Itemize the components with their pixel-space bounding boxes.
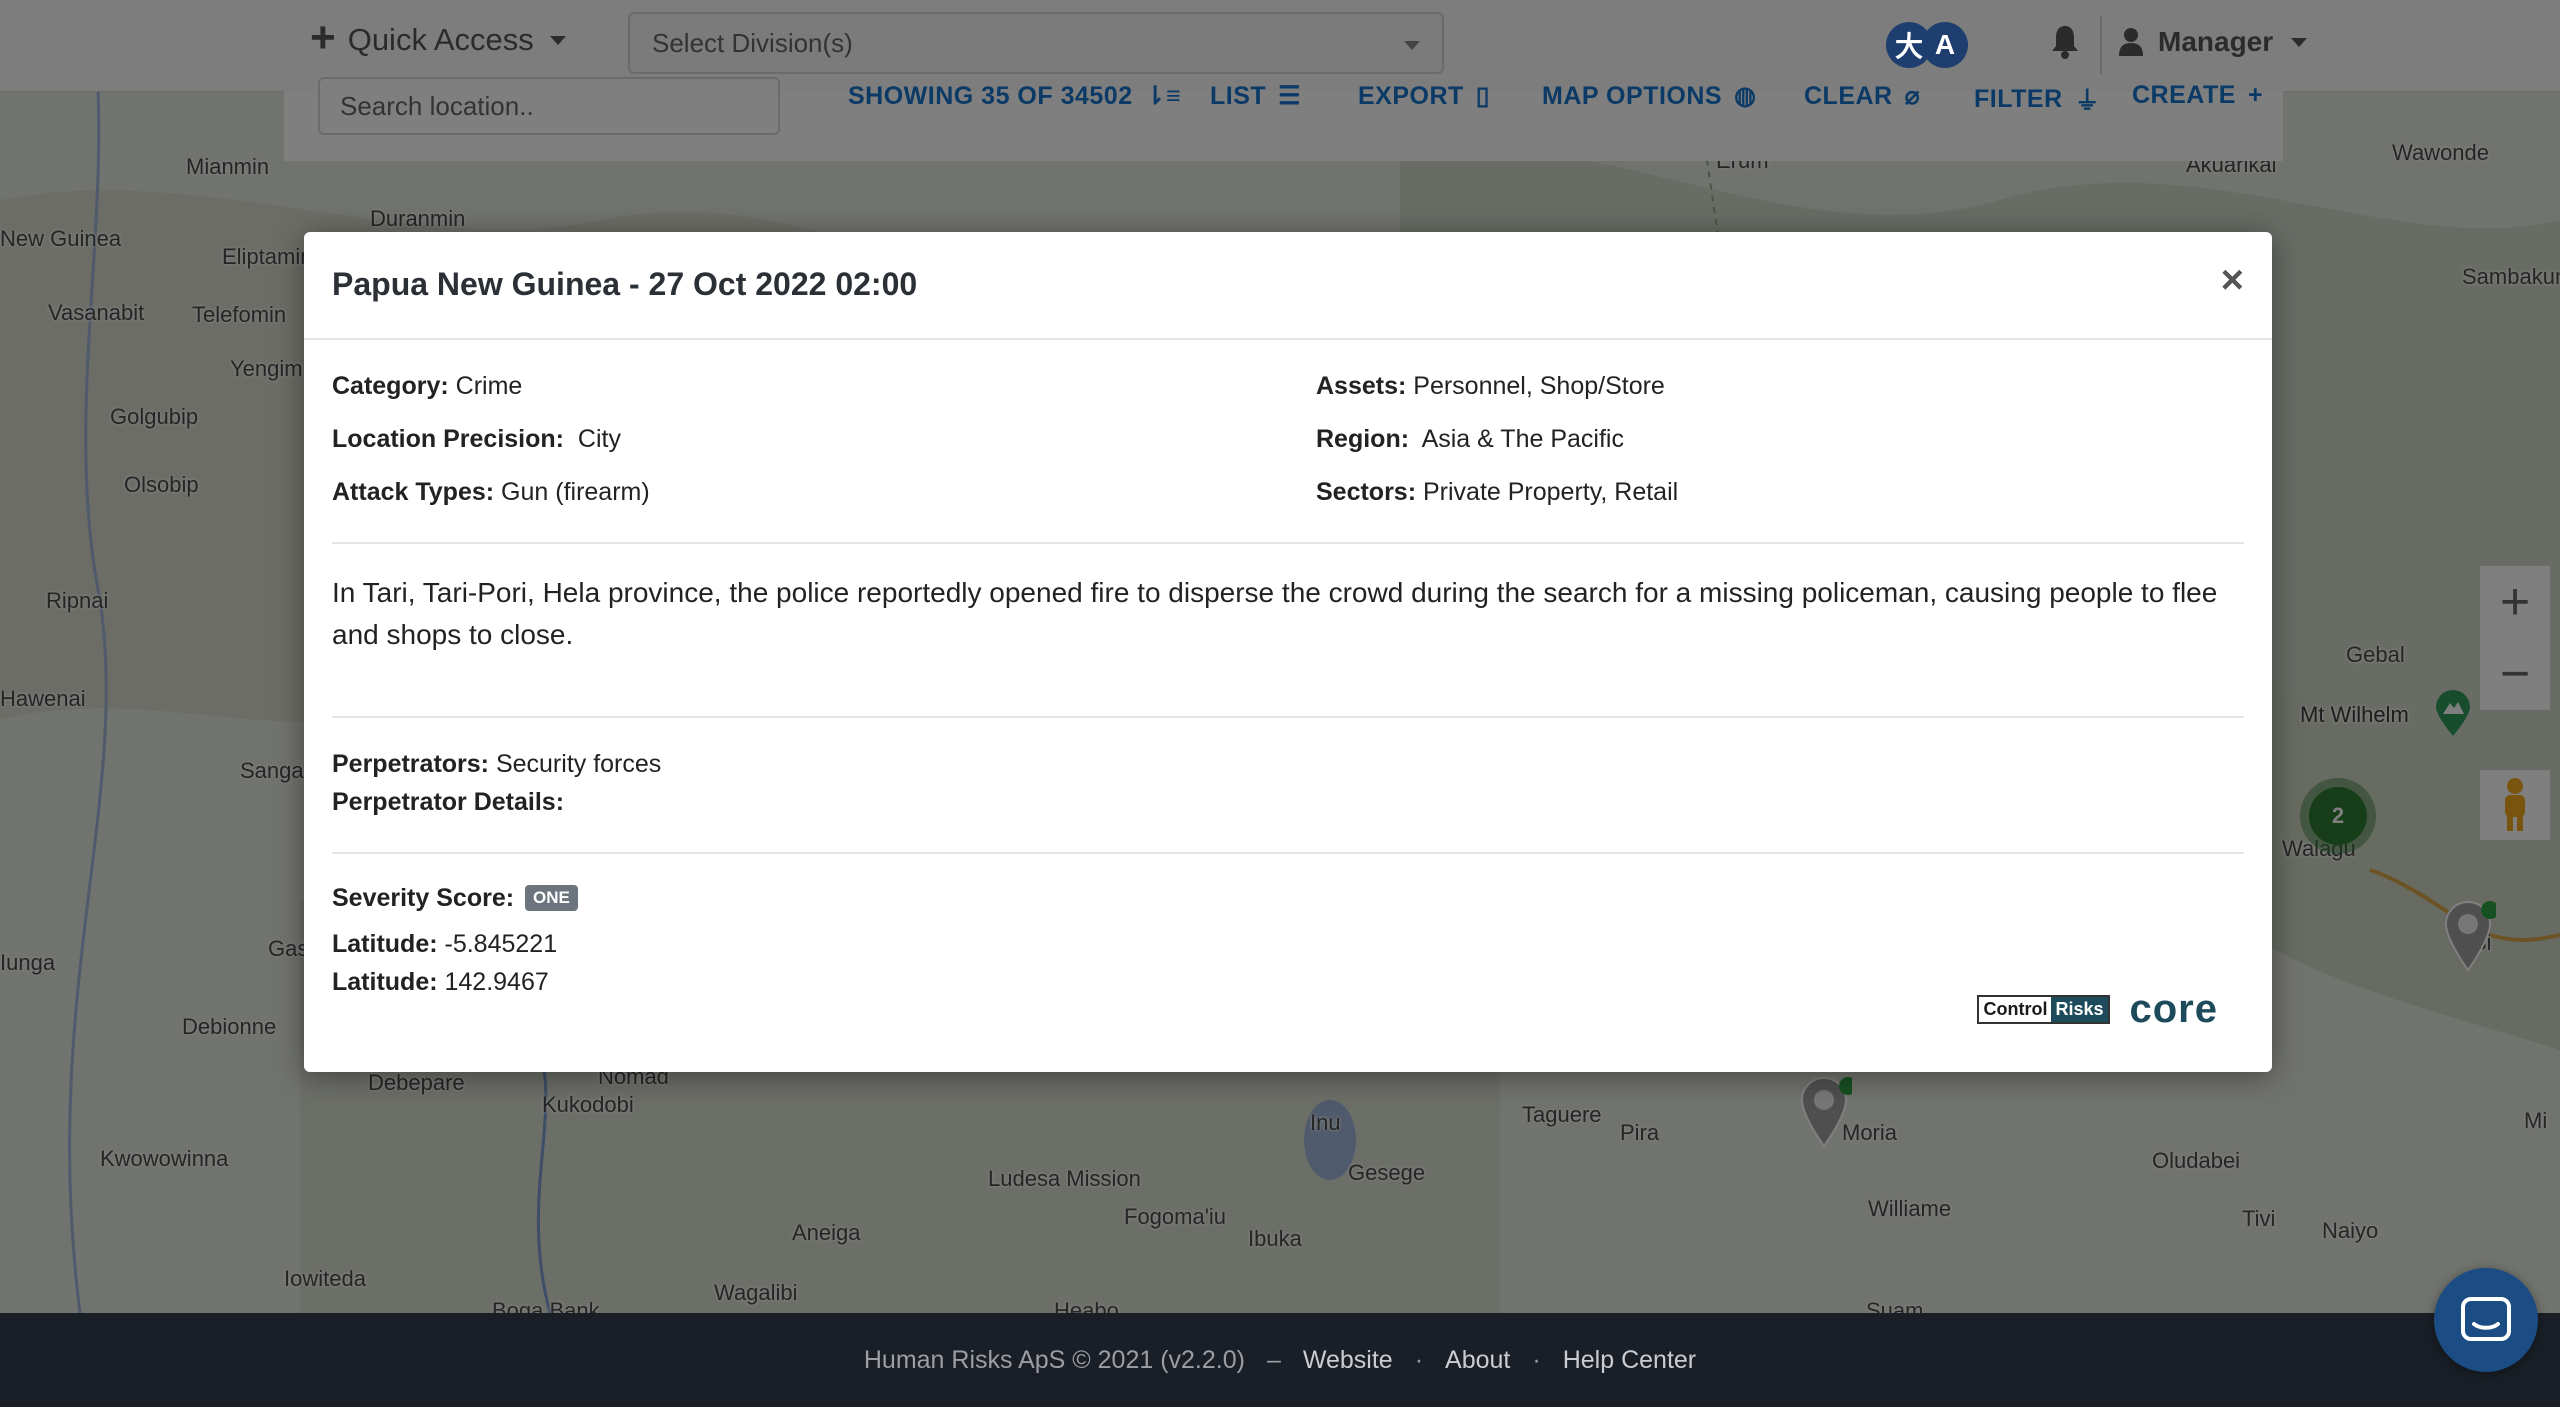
user-name: Manager xyxy=(2158,26,2274,57)
chat-icon xyxy=(2461,1297,2511,1341)
core-logo: core xyxy=(2129,987,2218,1031)
export-button[interactable]: EXPORT ▯ xyxy=(1358,81,1490,111)
list-label: LIST xyxy=(1210,81,1267,110)
caret-down-icon xyxy=(1404,41,1420,50)
create-label: CREATE xyxy=(2132,81,2236,109)
plus-icon: + xyxy=(2247,81,2264,109)
copyright: Human Risks ApS © 2021 (v2.2.0) xyxy=(863,1345,1245,1374)
perpetrators-label: Perpetrators: xyxy=(332,750,489,778)
showing-count-button[interactable]: SHOWING 35 OF 34502 ⇂≡ xyxy=(848,81,1181,111)
map-options-label: MAP OPTIONS xyxy=(1542,81,1723,110)
location-precision-label: Location Precision: xyxy=(332,425,564,453)
bell-icon[interactable] xyxy=(2050,24,2080,60)
eraser-icon: ⌀ xyxy=(1904,82,1921,110)
list-button[interactable]: LIST ☰ xyxy=(1210,81,1301,111)
user-icon xyxy=(2119,28,2143,56)
longitude-label: Latitude: xyxy=(332,968,438,996)
divider xyxy=(332,852,2244,854)
user-menu[interactable]: Manager xyxy=(2118,26,2308,58)
clear-label: CLEAR xyxy=(1804,81,1893,110)
assets-field: Assets: Personnel, Shop/Store xyxy=(1316,372,1665,401)
list-icon: ☰ xyxy=(1278,82,1302,110)
attack-types-field: Attack Types: Gun (firearm) xyxy=(332,478,650,507)
perpetrator-details-field: Perpetrator Details: xyxy=(332,788,564,817)
footer: Human Risks ApS © 2021 (v2.2.0) – Websit… xyxy=(0,1313,2560,1407)
latitude-label: Latitude: xyxy=(332,930,438,958)
separator: · xyxy=(1414,1345,1424,1374)
filter-button[interactable]: FILTER ⏚ xyxy=(1974,81,2100,117)
division-select[interactable]: Select Division(s) xyxy=(628,12,1444,74)
division-select-placeholder: Select Division(s) xyxy=(652,27,853,58)
perpetrator-details-label: Perpetrator Details: xyxy=(332,788,565,816)
chat-launcher-button[interactable] xyxy=(2434,1268,2538,1372)
showing-count-label: SHOWING 35 OF 34502 xyxy=(848,81,1133,110)
filter-label: FILTER xyxy=(1974,84,2063,113)
logo-text-risks: Risks xyxy=(2051,997,2108,1022)
clear-button[interactable]: CLEAR ⌀ xyxy=(1804,81,1920,111)
globe-icon: ◍ xyxy=(1734,82,1757,110)
incident-detail-modal: Papua New Guinea - 27 Oct 2022 02:00 × C… xyxy=(304,232,2272,1072)
translate-icon: A xyxy=(1922,22,1968,68)
separator: · xyxy=(1532,1345,1541,1374)
region-value: Asia & The Pacific xyxy=(1421,425,1624,453)
region-field: Region: Asia & The Pacific xyxy=(1316,425,1624,454)
filter-icon: ⏚ xyxy=(2074,87,2101,115)
map-options-button[interactable]: MAP OPTIONS ◍ xyxy=(1542,81,1756,111)
file-icon: ▯ xyxy=(1475,82,1491,110)
assets-label: Assets: xyxy=(1316,372,1407,400)
caret-down-icon xyxy=(2291,37,2308,47)
divider xyxy=(332,542,2244,544)
search-location-input[interactable]: Search location.. xyxy=(318,77,780,135)
severity-label: Severity Score: xyxy=(332,884,515,912)
perpetrators-value: Security forces xyxy=(495,750,662,778)
about-link[interactable]: About xyxy=(1445,1346,1510,1375)
perpetrators-field: Perpetrators: Security forces xyxy=(332,750,661,779)
sectors-field: Sectors: Private Property, Retail xyxy=(1316,478,1678,507)
location-precision-field: Location Precision: City xyxy=(332,425,621,454)
create-button[interactable]: CREATE + xyxy=(2132,81,2263,110)
modal-title: Papua New Guinea - 27 Oct 2022 02:00 xyxy=(332,266,918,302)
export-label: EXPORT xyxy=(1358,81,1464,110)
divider xyxy=(332,716,2244,718)
region-label: Region: xyxy=(1316,425,1410,453)
navbar-divider xyxy=(2100,16,2102,74)
incident-description: In Tari, Tari-Pori, Hela province, the p… xyxy=(332,577,2218,650)
longitude-value: 142.9467 xyxy=(444,968,549,996)
incident-toolbar: Search location.. SHOWING 35 OF 34502 ⇂≡… xyxy=(284,77,2283,161)
logo-text-control: Control xyxy=(1979,997,2052,1022)
website-link[interactable]: Website xyxy=(1303,1346,1393,1375)
brand-logos: Control Risks core xyxy=(1977,987,2218,1032)
severity-field: Severity Score: ONE xyxy=(332,884,578,913)
category-field: Category: Crime xyxy=(332,372,522,401)
category-value: Crime xyxy=(455,372,523,400)
severity-badge: ONE xyxy=(525,885,578,911)
control-risks-logo: Control Risks xyxy=(1977,995,2110,1024)
assets-value: Personnel, Shop/Store xyxy=(1413,372,1665,400)
longitude-field: Latitude: 142.9467 xyxy=(332,968,549,997)
sectors-label: Sectors: xyxy=(1316,478,1417,506)
help-center-link[interactable]: Help Center xyxy=(1563,1346,1696,1375)
plus-icon: + xyxy=(310,13,336,62)
latitude-value: -5.845221 xyxy=(444,930,558,958)
language-switcher[interactable]: 大 A xyxy=(1886,22,1968,68)
modal-header: Papua New Guinea - 27 Oct 2022 02:00 × xyxy=(304,232,2272,340)
quick-access-menu[interactable]: + Quick Access xyxy=(310,13,566,62)
attack-types-value: Gun (firearm) xyxy=(501,478,650,506)
sort-icon: ⇂≡ xyxy=(1144,82,1182,110)
close-icon[interactable]: × xyxy=(2221,258,2244,303)
latitude-field: Latitude: -5.845221 xyxy=(332,930,557,959)
attack-types-label: Attack Types: xyxy=(332,478,495,506)
caret-down-icon xyxy=(549,35,566,45)
location-precision-value: City xyxy=(577,425,621,453)
category-label: Category: xyxy=(332,372,449,400)
sectors-value: Private Property, Retail xyxy=(1423,478,1679,506)
quick-access-label: Quick Access xyxy=(347,22,534,57)
separator: – xyxy=(1266,1345,1281,1374)
